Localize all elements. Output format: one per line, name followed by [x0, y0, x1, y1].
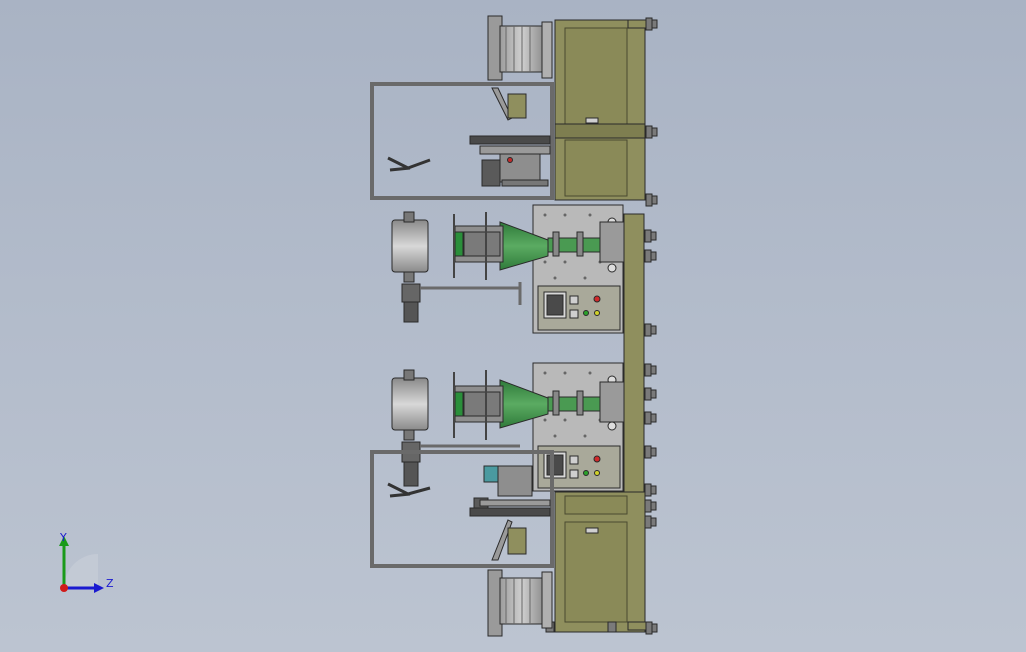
- z-axis-arrowhead: [94, 583, 104, 593]
- y-axis-label: Y: [59, 531, 67, 544]
- top-frame-mechanism[interactable]: [387, 87, 551, 187]
- origin-dot: [60, 584, 68, 592]
- top-reel[interactable]: [487, 15, 553, 81]
- bottom-reel[interactable]: [487, 569, 553, 637]
- top-cabinet-feet: [645, 17, 658, 207]
- central-column[interactable]: [623, 213, 645, 529]
- cad-viewport[interactable]: Y Z: [0, 0, 1026, 652]
- machine-assembly-model[interactable]: [0, 0, 1026, 652]
- top-extruder[interactable]: [391, 204, 625, 334]
- z-axis-label: Z: [106, 577, 114, 590]
- bottom-cabinet[interactable]: [554, 491, 651, 633]
- central-column-feet: [644, 229, 657, 529]
- top-cabinet[interactable]: [554, 19, 651, 201]
- triad-arc: [64, 554, 98, 588]
- coordinate-triad: Y Z: [59, 531, 114, 593]
